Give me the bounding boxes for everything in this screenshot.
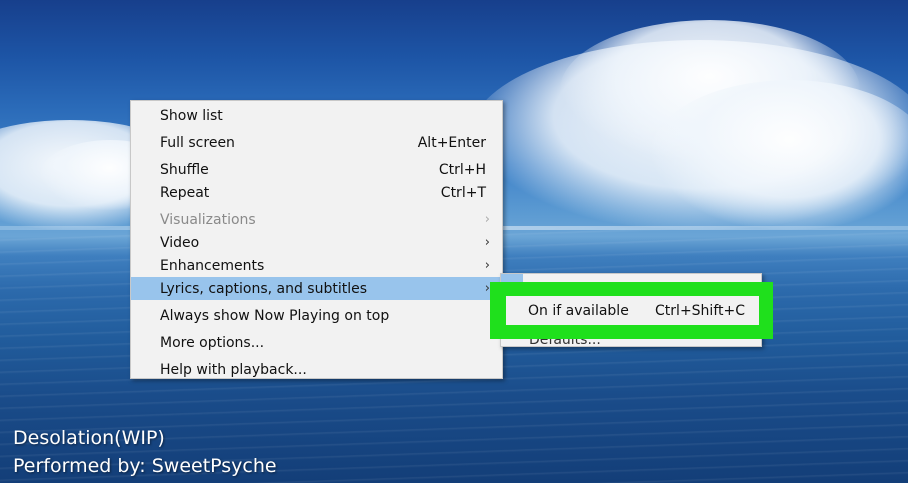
- menu-item-label: Visualizations: [160, 211, 256, 228]
- menu-item-lyrics-captions-subtitles[interactable]: Lyrics, captions, and subtitles ›: [131, 277, 502, 300]
- submenu-item-label: On if available: [528, 302, 629, 319]
- menu-item-always-on-top[interactable]: Always show Now Playing on top: [131, 304, 502, 327]
- annotation-highlight: On if available Ctrl+Shift+C: [490, 282, 773, 339]
- submenu-item-shortcut: Ctrl+Shift+C: [655, 302, 745, 319]
- menu-item-help-playback[interactable]: Help with playback...: [131, 358, 502, 381]
- menu-item-label: Repeat: [160, 184, 210, 201]
- menu-item-label: Shuffle: [160, 161, 209, 178]
- menu-item-label: Always show Now Playing on top: [160, 307, 390, 324]
- menu-item-label: Full screen: [160, 134, 235, 151]
- menu-item-visualizations: Visualizations ›: [131, 208, 502, 231]
- menu-item-enhancements[interactable]: Enhancements ›: [131, 254, 502, 277]
- menu-item-shortcut: Alt+Enter: [417, 134, 486, 151]
- context-menu: Show list Full screen Alt+Enter Shuffle …: [130, 100, 503, 379]
- menu-item-full-screen[interactable]: Full screen Alt+Enter: [131, 131, 502, 154]
- menu-item-repeat[interactable]: Repeat Ctrl+T: [131, 181, 502, 204]
- menu-item-label: Enhancements: [160, 257, 265, 274]
- track-artist: Performed by: SweetPsyche: [13, 455, 277, 477]
- track-title: Desolation(WIP): [13, 427, 165, 449]
- menu-item-label: Help with playback...: [160, 361, 307, 378]
- menu-item-more-options[interactable]: More options...: [131, 331, 502, 354]
- menu-item-label: More options...: [160, 334, 265, 351]
- menu-item-shortcut: Ctrl+T: [440, 184, 486, 201]
- menu-item-shuffle[interactable]: Shuffle Ctrl+H: [131, 158, 502, 181]
- chevron-right-icon: ›: [484, 235, 490, 250]
- menu-item-label: Lyrics, captions, and subtitles: [160, 280, 368, 297]
- submenu-item-on-if-available[interactable]: On if available Ctrl+Shift+C: [506, 296, 759, 325]
- menu-item-video[interactable]: Video ›: [131, 231, 502, 254]
- chevron-right-icon: ›: [484, 258, 490, 273]
- menu-item-shortcut: Ctrl+H: [438, 161, 486, 178]
- menu-item-show-list[interactable]: Show list: [131, 104, 502, 127]
- menu-item-label: Video: [160, 234, 200, 251]
- desktop-background: Show list Full screen Alt+Enter Shuffle …: [0, 0, 908, 483]
- menu-item-label: Show list: [160, 107, 223, 124]
- chevron-right-icon: ›: [484, 212, 490, 227]
